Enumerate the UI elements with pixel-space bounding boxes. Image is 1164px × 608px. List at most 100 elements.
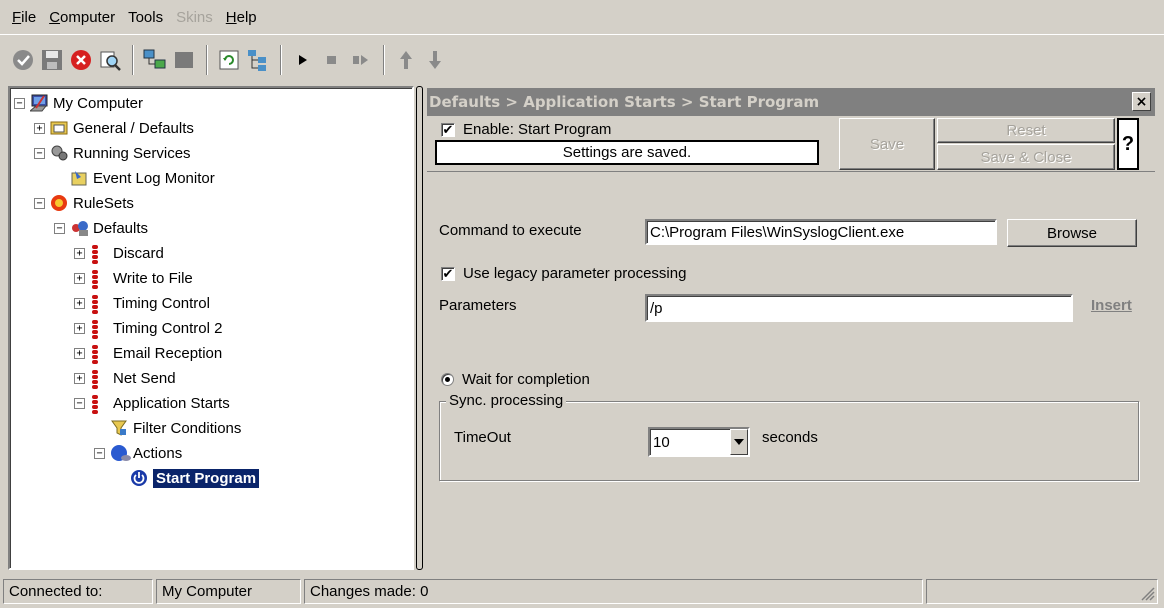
step-icon[interactable] bbox=[348, 46, 374, 74]
save-status: Settings are saved. bbox=[435, 140, 819, 165]
enable-checkbox-row[interactable]: ✔ Enable: Start Program bbox=[441, 121, 611, 138]
panel-header: ✔ Enable: Start Program Settings are sav… bbox=[427, 116, 1155, 172]
wait-radio[interactable] bbox=[441, 373, 454, 386]
rule-icon bbox=[90, 294, 108, 314]
panel-title-bar: Defaults > Application Starts > Start Pr… bbox=[427, 88, 1155, 116]
tree-item-label: Start Program bbox=[153, 468, 260, 488]
tree-item-label: Event Log Monitor bbox=[93, 169, 215, 187]
tree-item-timing-control[interactable]: + Timing Control bbox=[74, 291, 210, 315]
sync-processing-group: Sync. processing TimeOut 10 seconds bbox=[439, 392, 1139, 481]
legacy-checkbox-row[interactable]: ✔ Use legacy parameter processing bbox=[441, 265, 686, 282]
move-down-icon[interactable] bbox=[422, 46, 448, 74]
collapse-icon[interactable]: − bbox=[14, 97, 25, 109]
connected-value: My Computer bbox=[156, 579, 301, 604]
ruleset-defaults-icon bbox=[70, 219, 88, 237]
parameters-input[interactable]: /p bbox=[645, 294, 1073, 322]
tree-item-running-services[interactable]: − Running Services bbox=[34, 141, 191, 165]
rule-icon bbox=[90, 244, 108, 264]
reset-button[interactable]: Reset bbox=[937, 118, 1115, 143]
wait-radio-row[interactable]: Wait for completion bbox=[441, 371, 590, 388]
expand-icon[interactable]: + bbox=[74, 322, 85, 334]
tree-item-label: Net Send bbox=[113, 369, 176, 387]
pane-splitter[interactable] bbox=[415, 86, 425, 570]
check-circle-icon[interactable] bbox=[10, 46, 36, 74]
tree-item-net-send[interactable]: + Net Send bbox=[74, 366, 176, 390]
tree-icon[interactable] bbox=[245, 46, 271, 74]
rule-icon bbox=[90, 269, 108, 289]
tree-item-email-reception[interactable]: + Email Reception bbox=[74, 341, 222, 365]
expand-icon[interactable]: + bbox=[74, 247, 85, 259]
tree-item-label: Application Starts bbox=[113, 394, 230, 412]
rule-icon bbox=[90, 369, 108, 389]
folder-icon bbox=[50, 119, 68, 137]
collapse-icon[interactable]: − bbox=[54, 222, 65, 234]
menu-bar: File Computer Tools Skins Help bbox=[0, 0, 1164, 34]
tree-item-defaults[interactable]: − Defaults bbox=[54, 216, 148, 240]
tree-item-application-starts[interactable]: − Application Starts bbox=[74, 391, 230, 415]
expand-icon[interactable]: + bbox=[74, 272, 85, 284]
close-icon[interactable]: × bbox=[1132, 92, 1151, 111]
legacy-label: Use legacy parameter processing bbox=[463, 265, 687, 282]
ruleset-icon bbox=[50, 194, 68, 212]
legacy-checkbox[interactable]: ✔ bbox=[441, 266, 455, 281]
stop-square-icon[interactable] bbox=[171, 46, 197, 74]
expand-icon[interactable]: + bbox=[74, 347, 85, 359]
menu-tools[interactable]: Tools bbox=[128, 9, 163, 26]
tree-item-start-program[interactable]: Start Program bbox=[114, 466, 260, 490]
toolbar-separator bbox=[206, 44, 208, 75]
power-icon bbox=[130, 469, 148, 487]
tree-item-label: My Computer bbox=[53, 94, 144, 112]
save-button[interactable]: Save bbox=[839, 118, 935, 170]
refresh-icon[interactable] bbox=[216, 46, 242, 74]
chevron-down-icon[interactable] bbox=[730, 429, 748, 455]
menu-computer[interactable]: Computer bbox=[49, 9, 115, 26]
rule-icon bbox=[90, 344, 108, 364]
expand-icon[interactable]: + bbox=[74, 372, 85, 384]
stop-icon[interactable] bbox=[319, 46, 345, 74]
resize-grip-icon[interactable] bbox=[1141, 587, 1155, 601]
menu-skins[interactable]: Skins bbox=[176, 9, 213, 26]
search-icon[interactable] bbox=[97, 46, 123, 74]
tree-item-filter-conditions[interactable]: Filter Conditions bbox=[94, 416, 241, 440]
help-button[interactable]: ? bbox=[1117, 118, 1139, 170]
move-up-icon[interactable] bbox=[393, 46, 419, 74]
save-icon[interactable] bbox=[39, 46, 65, 74]
tree-item-label: General / Defaults bbox=[73, 119, 194, 137]
tree-item-label: RuleSets bbox=[73, 194, 134, 212]
enable-checkbox[interactable]: ✔ bbox=[441, 122, 455, 137]
collapse-icon[interactable]: − bbox=[34, 147, 45, 159]
tree-item-rulesets[interactable]: − RuleSets bbox=[34, 191, 134, 215]
expand-icon[interactable]: + bbox=[74, 297, 85, 309]
tree-item-general-defaults[interactable]: + General / Defaults bbox=[34, 116, 194, 140]
tree-item-event-log-monitor[interactable]: Event Log Monitor bbox=[54, 166, 215, 190]
cancel-icon[interactable] bbox=[68, 46, 94, 74]
tree-item-write-to-file[interactable]: + Write to File bbox=[74, 266, 193, 290]
gears-icon bbox=[50, 144, 68, 162]
collapse-icon[interactable]: − bbox=[94, 447, 105, 459]
timeout-select[interactable]: 10 bbox=[648, 427, 750, 457]
tree-item-timing-control-2[interactable]: + Timing Control 2 bbox=[74, 316, 222, 340]
tree-item-my-computer[interactable]: − My Computer bbox=[14, 91, 143, 115]
command-input[interactable]: C:\Program Files\WinSyslogClient.exe bbox=[645, 219, 997, 245]
collapse-icon[interactable]: − bbox=[34, 197, 45, 209]
tree-item-discard[interactable]: + Discard bbox=[74, 241, 164, 265]
menu-help[interactable]: Help bbox=[226, 9, 257, 26]
tree-item-label: Filter Conditions bbox=[133, 419, 242, 437]
browse-button[interactable]: Browse bbox=[1007, 219, 1137, 247]
sync-legend: Sync. processing bbox=[446, 392, 567, 409]
wait-label: Wait for completion bbox=[462, 371, 590, 388]
tree-item-label: Timing Control 2 bbox=[113, 319, 223, 337]
changes-count: Changes made: 0 bbox=[304, 579, 923, 604]
network-icon[interactable] bbox=[142, 46, 168, 74]
save-close-button[interactable]: Save & Close bbox=[937, 144, 1115, 170]
timeout-value: 10 bbox=[653, 433, 670, 451]
toolbar-separator bbox=[280, 44, 282, 75]
tree-item-actions[interactable]: − Actions bbox=[94, 441, 182, 465]
expand-icon[interactable]: + bbox=[34, 122, 45, 134]
insert-link[interactable]: Insert bbox=[1091, 297, 1132, 314]
collapse-icon[interactable]: − bbox=[74, 397, 85, 409]
configuration-tree[interactable]: − My Computer + General / Defaults − Running … bbox=[8, 86, 414, 570]
menu-file[interactable]: File bbox=[12, 9, 36, 26]
play-icon[interactable] bbox=[290, 46, 316, 74]
status-bar: Connected to: My Computer Changes made: … bbox=[0, 575, 1164, 608]
